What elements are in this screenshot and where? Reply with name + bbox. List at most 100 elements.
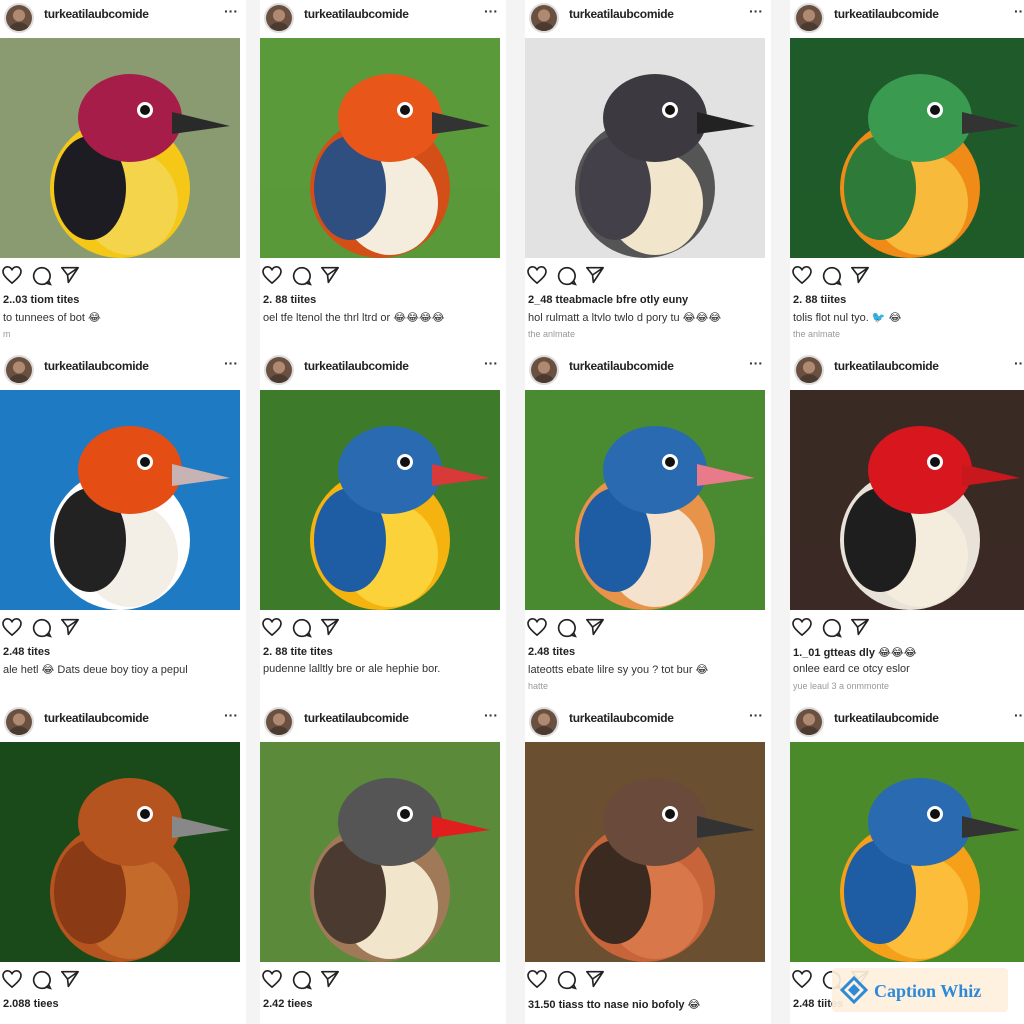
heart-icon[interactable] [792, 969, 812, 993]
view-comments-link[interactable]: the anlmate [528, 329, 575, 339]
username[interactable]: turkeatilaubcomide [834, 711, 939, 725]
comment-icon[interactable] [557, 618, 577, 643]
share-icon[interactable] [585, 266, 605, 289]
more-options-icon[interactable]: ··· [749, 355, 763, 371]
share-icon[interactable] [320, 970, 340, 993]
share-icon[interactable] [585, 618, 605, 641]
likes-count[interactable]: 1._01 gtteas dly 😂😂😂 [793, 646, 917, 659]
likes-count[interactable]: 2. 88 tite tites [263, 646, 333, 658]
likes-count[interactable]: 2.088 tiees [3, 998, 59, 1010]
post-image[interactable] [525, 742, 765, 962]
username[interactable]: turkeatilaubcomide [569, 359, 674, 373]
username[interactable]: turkeatilaubcomide [834, 7, 939, 21]
username[interactable]: turkeatilaubcomide [304, 359, 409, 373]
avatar[interactable] [264, 707, 294, 737]
post-image[interactable] [790, 390, 1024, 610]
comment-icon[interactable] [32, 266, 52, 291]
instagram-post[interactable]: turkeatilaubcomide ··· 2_48 tteabmacle b… [525, 0, 771, 352]
post-image[interactable] [0, 390, 240, 610]
instagram-post[interactable]: turkeatilaubcomide ··· 1._01 gtteas dly … [790, 352, 1024, 704]
avatar[interactable] [794, 3, 824, 33]
post-image[interactable] [260, 742, 500, 962]
avatar[interactable] [529, 707, 559, 737]
username[interactable]: turkeatilaubcomide [834, 359, 939, 373]
avatar[interactable] [4, 3, 34, 33]
username[interactable]: turkeatilaubcomide [44, 711, 149, 725]
instagram-post[interactable]: turkeatilaubcomide ··· 2.48 tites lateot… [525, 352, 771, 704]
comment-icon[interactable] [292, 266, 312, 291]
likes-count[interactable]: 2.48 tites [528, 646, 575, 658]
heart-icon[interactable] [2, 617, 22, 641]
username[interactable]: turkeatilaubcomide [304, 711, 409, 725]
comment-icon[interactable] [822, 618, 842, 643]
avatar[interactable] [264, 355, 294, 385]
instagram-post[interactable]: turkeatilaubcomide ··· 2..03 tiom tites … [0, 0, 246, 352]
instagram-post[interactable]: turkeatilaubcomide ··· 2.42 tiees [260, 704, 506, 1024]
comment-icon[interactable] [292, 970, 312, 995]
likes-count[interactable]: 31.50 tiass tto nase nio bofoly 😂 [528, 998, 700, 1011]
avatar[interactable] [529, 3, 559, 33]
share-icon[interactable] [850, 618, 870, 641]
instagram-post[interactable]: turkeatilaubcomide ··· 2.088 tiees [0, 704, 246, 1024]
view-comments-link[interactable]: the anlmate [793, 329, 840, 339]
more-options-icon[interactable]: ··· [224, 3, 238, 19]
more-options-icon[interactable]: ··· [484, 3, 498, 19]
username[interactable]: turkeatilaubcomide [44, 7, 149, 21]
post-image[interactable] [260, 38, 500, 258]
heart-icon[interactable] [262, 969, 282, 993]
avatar[interactable] [4, 707, 34, 737]
more-options-icon[interactable]: ··· [749, 707, 763, 723]
more-options-icon[interactable]: ··· [224, 355, 238, 371]
more-options-icon[interactable]: ··· [1014, 707, 1024, 723]
heart-icon[interactable] [527, 265, 547, 289]
instagram-post[interactable]: turkeatilaubcomide ··· 2. 88 tiites oel … [260, 0, 506, 352]
post-image[interactable] [0, 742, 240, 962]
comment-icon[interactable] [32, 618, 52, 643]
post-image[interactable] [525, 38, 765, 258]
view-comments-link[interactable]: yue leaul 3 a onmmonte [793, 681, 889, 691]
share-icon[interactable] [60, 266, 80, 289]
view-comments-link[interactable]: hatte [528, 681, 548, 691]
avatar[interactable] [264, 3, 294, 33]
more-options-icon[interactable]: ··· [1014, 355, 1024, 371]
likes-count[interactable]: 2. 88 tiites [793, 294, 846, 306]
share-icon[interactable] [585, 970, 605, 993]
username[interactable]: turkeatilaubcomide [569, 711, 674, 725]
share-icon[interactable] [320, 266, 340, 289]
post-image[interactable] [790, 38, 1024, 258]
username[interactable]: turkeatilaubcomide [304, 7, 409, 21]
heart-icon[interactable] [262, 617, 282, 641]
comment-icon[interactable] [557, 266, 577, 291]
heart-icon[interactable] [2, 265, 22, 289]
more-options-icon[interactable]: ··· [484, 707, 498, 723]
instagram-post[interactable]: turkeatilaubcomide ··· 2.48 tites ale he… [0, 352, 246, 704]
likes-count[interactable]: 2_48 tteabmacle bfre otly euny [528, 294, 688, 306]
more-options-icon[interactable]: ··· [484, 355, 498, 371]
post-image[interactable] [0, 38, 240, 258]
heart-icon[interactable] [527, 969, 547, 993]
comment-icon[interactable] [822, 266, 842, 291]
likes-count[interactable]: 2..03 tiom tites [3, 294, 79, 306]
likes-count[interactable]: 2.48 tites [3, 646, 50, 658]
heart-icon[interactable] [262, 265, 282, 289]
more-options-icon[interactable]: ··· [1014, 3, 1024, 19]
comment-icon[interactable] [32, 970, 52, 995]
username[interactable]: turkeatilaubcomide [569, 7, 674, 21]
heart-icon[interactable] [2, 969, 22, 993]
likes-count[interactable]: 2. 88 tiites [263, 294, 316, 306]
post-image[interactable] [790, 742, 1024, 962]
share-icon[interactable] [320, 618, 340, 641]
heart-icon[interactable] [527, 617, 547, 641]
view-comments-link[interactable]: m [3, 329, 11, 339]
instagram-post[interactable]: turkeatilaubcomide ··· 2. 88 tite tites … [260, 352, 506, 704]
instagram-post[interactable]: turkeatilaubcomide ··· 31.50 tiass tto n… [525, 704, 771, 1024]
heart-icon[interactable] [792, 265, 812, 289]
avatar[interactable] [529, 355, 559, 385]
post-image[interactable] [260, 390, 500, 610]
heart-icon[interactable] [792, 617, 812, 641]
avatar[interactable] [794, 355, 824, 385]
username[interactable]: turkeatilaubcomide [44, 359, 149, 373]
likes-count[interactable]: 2.42 tiees [263, 998, 313, 1010]
share-icon[interactable] [850, 266, 870, 289]
share-icon[interactable] [60, 618, 80, 641]
